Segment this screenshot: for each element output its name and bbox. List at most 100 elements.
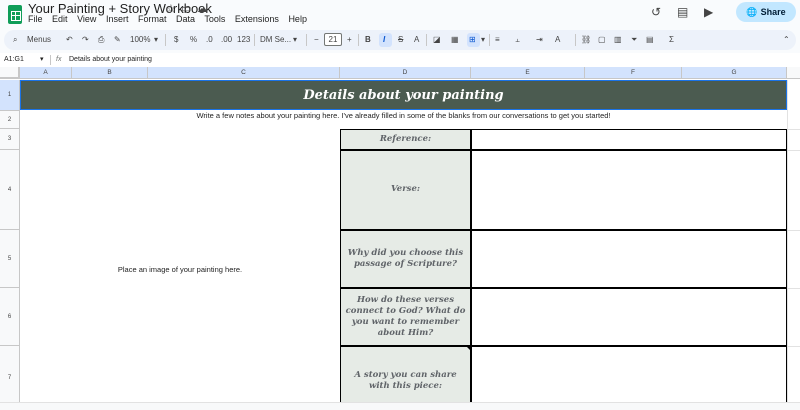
functions-icon[interactable]: Σ xyxy=(669,35,674,44)
select-all-corner[interactable] xyxy=(0,67,20,79)
column-header-f[interactable]: F xyxy=(585,67,682,79)
column-header-a[interactable]: A xyxy=(20,67,72,79)
menu-file[interactable]: File xyxy=(28,14,43,24)
name-box-chevron-icon[interactable]: ▾ xyxy=(40,55,44,63)
font-family-select[interactable]: DM Se... xyxy=(260,35,291,44)
merge-cells-icon[interactable]: ⊞ xyxy=(469,35,476,44)
text-color-icon[interactable]: A xyxy=(414,35,419,44)
meet-icon[interactable]: ▶ xyxy=(704,5,713,19)
intro-text[interactable]: Write a few notes about your painting he… xyxy=(20,111,787,123)
fx-icon: fx xyxy=(56,56,62,63)
answer-cell-connect[interactable] xyxy=(471,288,787,346)
menu-extensions[interactable]: Extensions xyxy=(235,14,279,24)
question-cell-reference[interactable]: Reference: xyxy=(340,129,471,150)
filter-icon[interactable]: ⏷ xyxy=(631,35,637,45)
insert-chart-icon[interactable]: ▥ xyxy=(614,35,622,44)
share-button[interactable]: 🌐 Share xyxy=(736,2,796,22)
image-placeholder-text[interactable]: Place an image of your painting here. xyxy=(20,265,340,274)
bold-button[interactable]: B xyxy=(365,35,371,44)
text-wrap-icon[interactable]: ⇥ xyxy=(536,35,543,44)
row-header-3[interactable]: 3 xyxy=(0,129,20,150)
paint-format-icon[interactable]: ✎ xyxy=(114,35,121,44)
menus-search[interactable]: Menus xyxy=(27,35,51,44)
text-rotation-icon[interactable]: A xyxy=(555,35,560,44)
menu-data[interactable]: Data xyxy=(176,14,195,24)
version-history-icon[interactable]: ↺ xyxy=(651,5,661,19)
insert-comment-icon[interactable]: ▢ xyxy=(598,35,606,44)
row-header-7[interactable]: 7 xyxy=(0,346,20,410)
decrease-decimal-button[interactable]: .0 xyxy=(206,35,213,44)
column-header-e[interactable]: E xyxy=(471,67,585,79)
fill-color-icon[interactable]: ◪ xyxy=(433,35,441,44)
zoom-select[interactable]: 100% xyxy=(130,35,150,44)
row-header-1[interactable]: 1 xyxy=(0,80,20,111)
question-cell-story[interactable]: A story you can share with this piece: xyxy=(340,346,471,410)
number-format-button[interactable]: 123 xyxy=(237,35,250,44)
menu-insert[interactable]: Insert xyxy=(106,14,129,24)
redo-icon[interactable]: ↷ xyxy=(82,35,89,44)
font-chevron-icon[interactable]: ▾ xyxy=(293,35,297,44)
undo-icon[interactable]: ↶ xyxy=(66,35,73,44)
question-label: Verse: xyxy=(390,184,421,195)
answer-cell-reference[interactable] xyxy=(471,129,787,150)
column-header-b[interactable]: B xyxy=(72,67,148,79)
vertical-align-icon[interactable]: ⫠ xyxy=(515,35,520,45)
column-header-h[interactable] xyxy=(787,67,800,79)
strikethrough-button[interactable]: S xyxy=(398,35,403,44)
column-header-d[interactable]: D xyxy=(340,67,471,79)
row-header-6[interactable]: 6 xyxy=(0,288,20,346)
row-header-5[interactable]: 5 xyxy=(0,230,20,288)
toolbar: ⌕ Menus ↶ ↷ ⎙ ✎ 100% ▾ $ % .0 .00 123 DM… xyxy=(4,30,796,50)
title-bar: Your Painting + Story Workbook ☆ ▭ ☁ Fil… xyxy=(0,0,800,30)
search-icon[interactable]: ⌕ xyxy=(13,35,17,45)
answer-cell-why[interactable] xyxy=(471,230,787,288)
font-size-input[interactable]: 21 xyxy=(324,33,342,46)
comments-icon[interactable]: ▤ xyxy=(677,5,688,19)
cell-note-indicator-icon[interactable] xyxy=(466,346,471,351)
menu-view[interactable]: View xyxy=(77,14,96,24)
horizontal-align-icon[interactable]: ≡ xyxy=(495,35,500,44)
percent-button[interactable]: % xyxy=(190,35,197,44)
column-header-g[interactable]: G xyxy=(682,67,787,79)
menu-bar: File Edit View Insert Format Data Tools … xyxy=(28,14,314,24)
filter-views-icon[interactable]: ▤ xyxy=(646,35,654,44)
question-cell-connect[interactable]: How do these verses connect to God? What… xyxy=(340,288,471,346)
banner-cell[interactable]: Details about your painting xyxy=(20,80,787,110)
question-cell-why[interactable]: Why did you choose this passage of Scrip… xyxy=(340,230,471,288)
question-label: How do these verses connect to God? What… xyxy=(345,294,466,339)
collapse-toolbar-icon[interactable]: ⌃ xyxy=(783,35,790,44)
question-label: Reference: xyxy=(379,133,432,144)
menu-help[interactable]: Help xyxy=(288,14,307,24)
globe-icon: 🌐 xyxy=(746,6,758,17)
column-header-c[interactable]: C xyxy=(148,67,340,79)
share-label: Share xyxy=(760,7,786,17)
horizontal-scrollbar[interactable] xyxy=(0,402,800,410)
font-size-increase[interactable]: + xyxy=(347,35,352,44)
question-label: A story you can share with this piece: xyxy=(354,369,457,391)
question-label: Why did you choose this passage of Scrip… xyxy=(347,247,464,269)
merge-chevron-icon[interactable]: ▾ xyxy=(481,35,485,44)
currency-button[interactable]: $ xyxy=(174,35,178,44)
answer-cell-story[interactable] xyxy=(471,346,787,410)
increase-decimal-button[interactable]: .00 xyxy=(221,35,232,44)
formula-input[interactable]: Details about your painting xyxy=(69,56,152,63)
question-cell-verse[interactable]: Verse: xyxy=(340,150,471,230)
banner-title: Details about your painting xyxy=(303,87,504,103)
row-header-4[interactable]: 4 xyxy=(0,150,20,230)
zoom-chevron-icon[interactable]: ▾ xyxy=(154,35,158,44)
menu-tools[interactable]: Tools xyxy=(204,14,225,24)
borders-icon[interactable]: ▦ xyxy=(451,35,459,44)
italic-button[interactable]: I xyxy=(383,35,385,44)
menu-edit[interactable]: Edit xyxy=(52,14,68,24)
insert-link-icon[interactable]: ⛓ xyxy=(581,35,591,44)
italic-active-bg xyxy=(379,33,392,47)
name-box[interactable]: A1:G1 xyxy=(4,56,24,63)
font-size-decrease[interactable]: − xyxy=(314,35,319,44)
menu-format[interactable]: Format xyxy=(138,14,167,24)
answer-cell-verse[interactable] xyxy=(471,150,787,230)
sheets-logo-icon[interactable] xyxy=(8,5,22,24)
formula-bar: A1:G1 ▾ fx Details about your painting xyxy=(0,53,800,67)
print-icon[interactable]: ⎙ xyxy=(98,35,104,45)
row-header-2[interactable]: 2 xyxy=(0,111,20,129)
sheet-grid: A B C D E F G 1 2 3 4 5 6 7 Details abou… xyxy=(0,67,800,410)
